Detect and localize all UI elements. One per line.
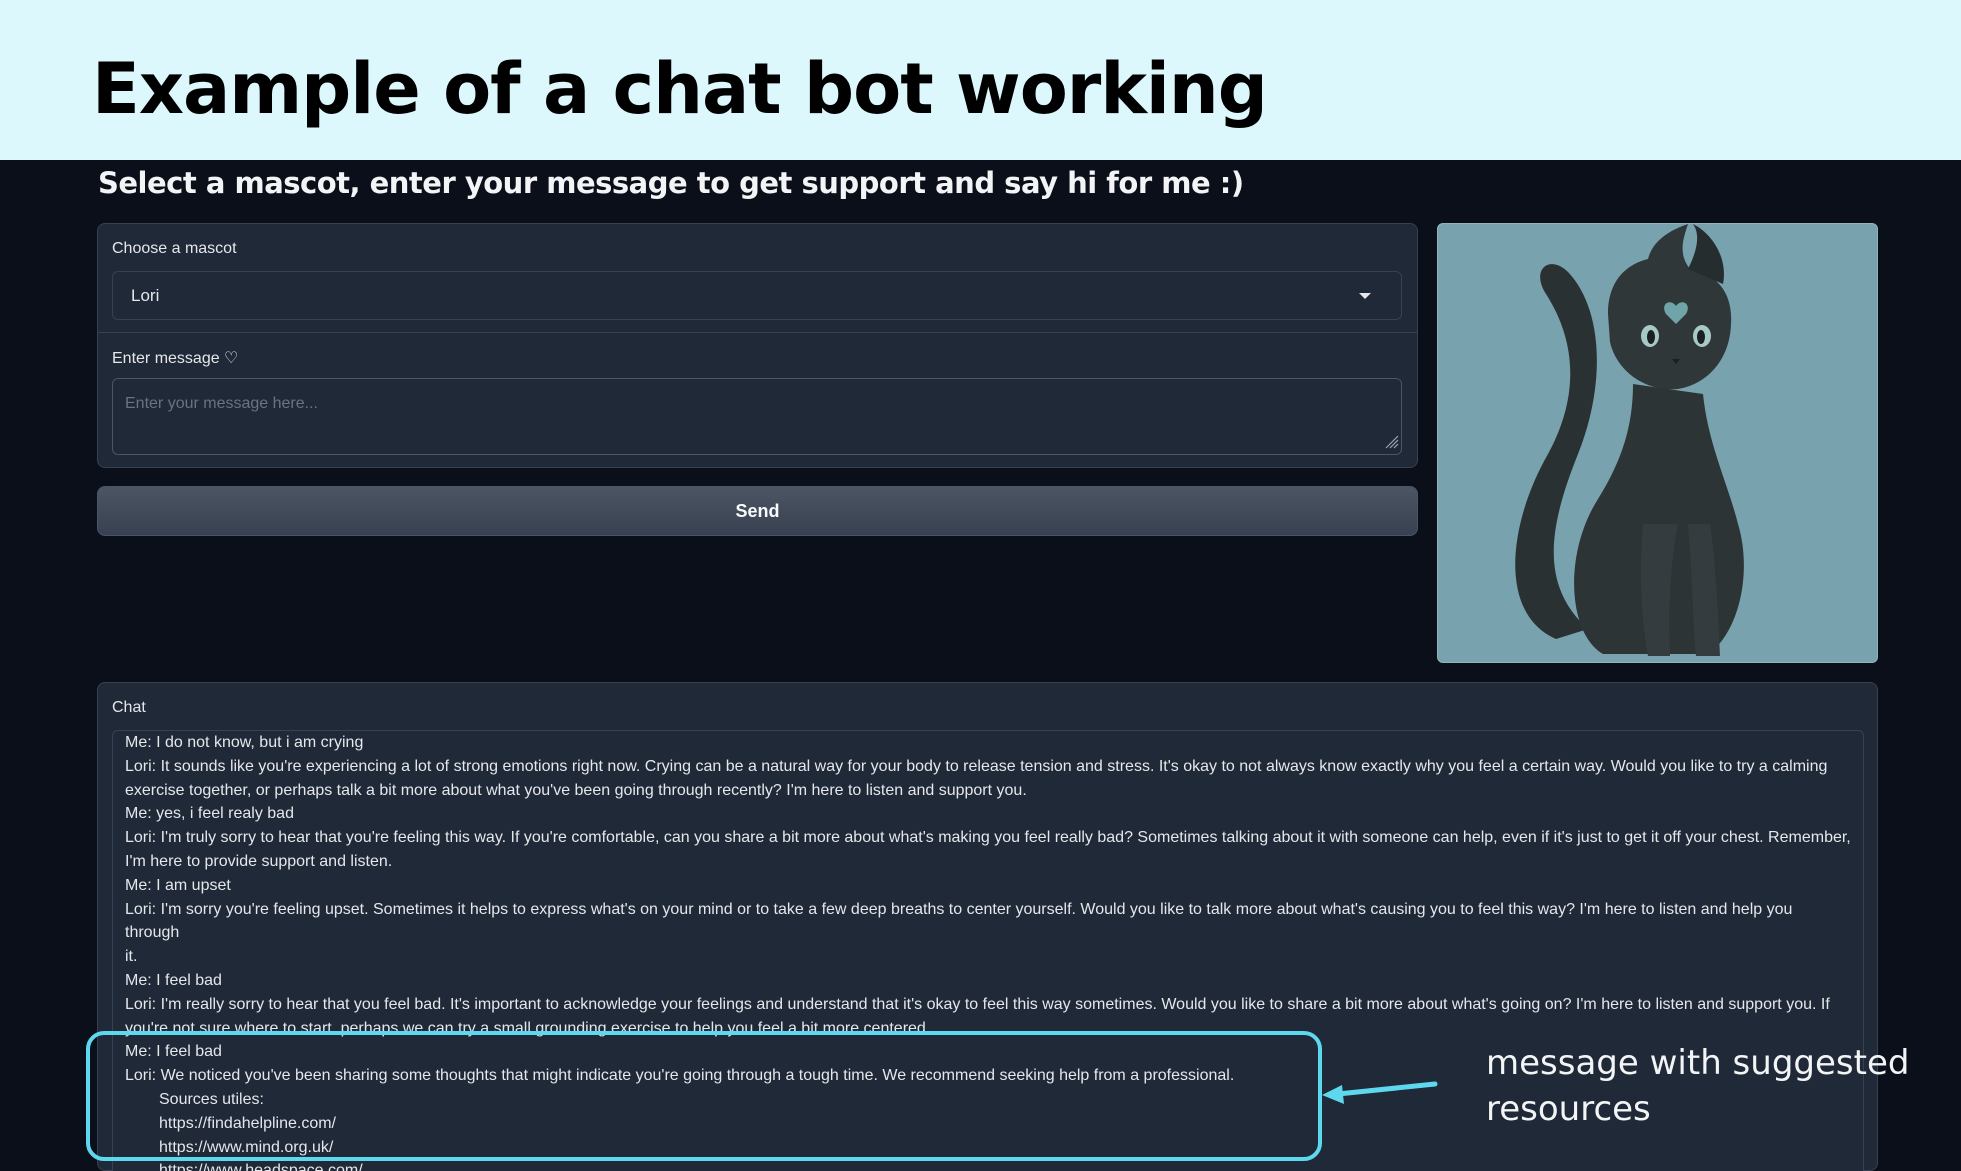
mascot-dropdown-value: Lori (131, 286, 160, 305)
annotation-line: resources (1486, 1089, 1651, 1129)
chat-label: Chat (112, 699, 146, 716)
message-input-label: Enter message ♡ (112, 350, 239, 367)
title-banner: Example of a chat bot working (0, 0, 1961, 160)
chat-line: Lori: It sounds like you're experiencing… (125, 757, 1828, 775)
mascot-dropdown[interactable]: Lori (112, 271, 1402, 320)
chat-line: Me: I do not know, but i am crying (125, 734, 364, 751)
chevron-down-icon[interactable] (1359, 293, 1371, 299)
arrow-left-icon (1322, 1081, 1438, 1104)
chat-line: I'm here to provide support and listen. (125, 852, 393, 870)
resize-grip-icon[interactable] (1383, 433, 1399, 449)
chat-line: Lori: I'm truly sorry to hear that you'r… (125, 829, 1851, 847)
annotation-line: message with suggested (1486, 1043, 1910, 1083)
resource-link[interactable]: https://www.headspace.com/ (125, 1159, 1851, 1171)
page-title: Example of a chat bot working (92, 48, 1268, 130)
annotation-label: message with suggested resources (1486, 1040, 1909, 1132)
chat-line: Me: yes, i feel realy bad (125, 805, 294, 823)
chat-line: Me: I feel bad (125, 971, 222, 989)
form-divider (98, 332, 1417, 333)
chat-line: Lori: I'm really sorry to hear that you … (125, 995, 1830, 1013)
chat-line: exercise together, or perhaps talk a bit… (125, 781, 1027, 799)
input-form-panel: Choose a mascot Lori Enter message ♡ (97, 223, 1418, 468)
message-input[interactable] (112, 378, 1402, 455)
app-subtitle: Select a mascot, enter your message to g… (98, 166, 1244, 200)
black-cat-illustration (1515, 224, 1744, 656)
send-button[interactable]: Send (97, 486, 1418, 536)
chat-line: it. (125, 948, 138, 966)
resources-highlight-box (86, 1031, 1322, 1161)
chat-line: Me: I am upset (125, 876, 231, 894)
mascot-image (1437, 223, 1878, 663)
chat-line: Lori: I'm sorry you're feeling upset. So… (125, 900, 1797, 942)
mascot-select-label: Choose a mascot (112, 240, 237, 257)
